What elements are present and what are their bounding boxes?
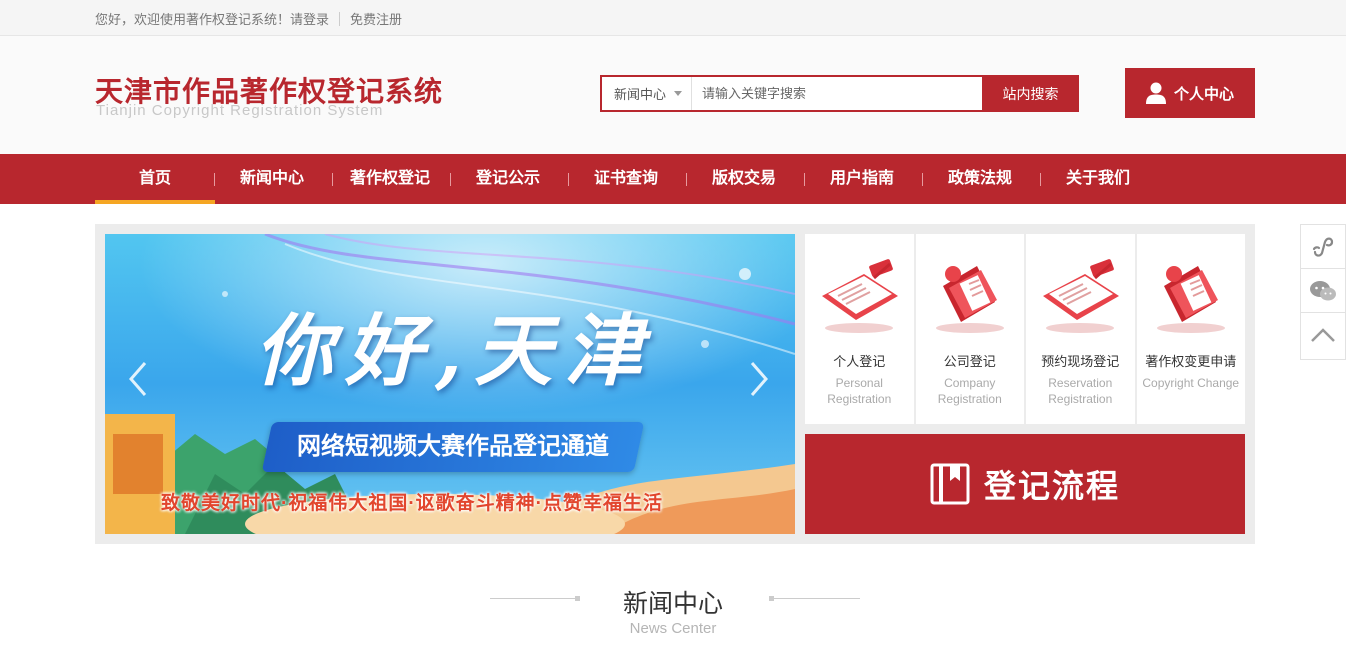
wechat-button[interactable] <box>1301 269 1345 313</box>
register-link[interactable]: 免费注册 <box>350 9 402 28</box>
nav-item-guide[interactable]: 用户指南 <box>803 154 921 204</box>
nav-item-registration[interactable]: 著作权登记 <box>331 154 449 204</box>
nav-item-about[interactable]: 关于我们 <box>1039 154 1157 204</box>
book-icon <box>930 463 970 505</box>
user-icon <box>1145 82 1166 104</box>
nav-item-news[interactable]: 新闻中心 <box>213 154 331 204</box>
main-nav: 首页 新闻中心 著作权登记 登记公示 证书查询 版权交易 用户指南 政策法规 关… <box>0 154 1346 204</box>
card-subtitle: Copyright Change <box>1142 376 1240 390</box>
search-button[interactable]: 站内搜索 <box>982 75 1079 112</box>
banner-next-button[interactable] <box>748 359 770 411</box>
banner-title: 你好,天津 <box>255 306 655 397</box>
search-category-value: 新闻中心 <box>614 87 667 102</box>
login-link[interactable]: 请登录 <box>290 9 329 28</box>
divider <box>339 11 341 26</box>
top-bar: 您好，欢迎使用著作权登记系统！ 请登录 免费注册 <box>0 0 1346 36</box>
mini-program-button[interactable] <box>1301 225 1345 269</box>
hero-banner[interactable]: 你好,天津 网络短视频大赛作品登记通道 致敬美好时代·祝福伟大祖国·讴歌奋斗精神… <box>105 234 795 534</box>
logo-subtitle: Tianjin Copyright Registration System <box>96 102 384 119</box>
folder-icon <box>935 266 1004 333</box>
folder-icon <box>1156 266 1225 333</box>
card-company-registration[interactable]: 公司登记 Company Registration <box>915 234 1024 424</box>
card-subtitle: Company Registration <box>937 376 1002 406</box>
card-subtitle: Personal Registration <box>827 376 892 406</box>
search-category-select[interactable]: 新闻中心 <box>602 77 692 110</box>
nav-item-publicity[interactable]: 登记公示 <box>449 154 567 204</box>
search-input[interactable] <box>692 77 982 110</box>
card-title: 著作权变更申请 <box>1145 354 1237 369</box>
card-title: 个人登记 <box>833 354 886 369</box>
nav-item-certificate[interactable]: 证书查询 <box>567 154 685 204</box>
card-subtitle: Reservation Registration <box>1048 376 1113 406</box>
mini-program-icon <box>1312 237 1334 257</box>
nav-item-home[interactable]: 首页 <box>95 154 215 204</box>
service-cards: 个人登记 Personal Registration 公司登记 Company … <box>805 234 1245 424</box>
back-to-top-button[interactable] <box>1301 313 1345 357</box>
card-personal-registration[interactable]: 个人登记 Personal Registration <box>805 234 914 424</box>
main-section: 你好,天津 网络短视频大赛作品登记通道 致敬美好时代·祝福伟大祖国·讴歌奋斗精神… <box>95 224 1255 544</box>
chevron-right-icon <box>750 362 768 396</box>
card-title: 预约现场登记 <box>1041 354 1120 369</box>
card-reservation-registration[interactable]: 预约现场登记 Reservation Registration <box>1026 234 1135 424</box>
clipboard-icon <box>822 259 898 333</box>
user-center-button[interactable]: 个人中心 <box>1125 68 1255 118</box>
news-section-title: 新闻中心 <box>622 590 723 618</box>
banner-pill-label: 网络短视频大赛作品登记通道 <box>297 433 609 460</box>
user-center-label: 个人中心 <box>1173 85 1234 103</box>
banner-subtitle: 致敬美好时代·祝福伟大祖国·讴歌奋斗精神·点赞幸福生活 <box>161 493 663 514</box>
card-title: 公司登记 <box>943 354 996 369</box>
site-header: 天津市作品著作权登记系统 Tianjin Copyright Registrat… <box>0 36 1346 154</box>
clipboard-icon <box>1043 259 1119 333</box>
registration-process-label: 登记流程 <box>983 468 1120 504</box>
back-to-top-icon <box>1311 328 1335 342</box>
card-copyright-change[interactable]: 著作权变更申请 Copyright Change <box>1136 234 1245 424</box>
nav-item-trading[interactable]: 版权交易 <box>685 154 803 204</box>
banner-prev-button[interactable] <box>127 359 149 411</box>
chevron-left-icon <box>129 362 147 396</box>
news-section-subtitle: News Center <box>629 620 717 637</box>
side-toolbar <box>1300 224 1346 360</box>
wechat-icon <box>1310 280 1336 300</box>
nav-item-policy[interactable]: 政策法规 <box>921 154 1039 204</box>
search-bar: 新闻中心 站内搜索 <box>600 75 1079 112</box>
registration-process-button[interactable]: 登记流程 <box>805 434 1245 534</box>
welcome-text: 您好，欢迎使用著作权登记系统！ <box>95 12 291 27</box>
caret-down-icon <box>674 91 683 96</box>
